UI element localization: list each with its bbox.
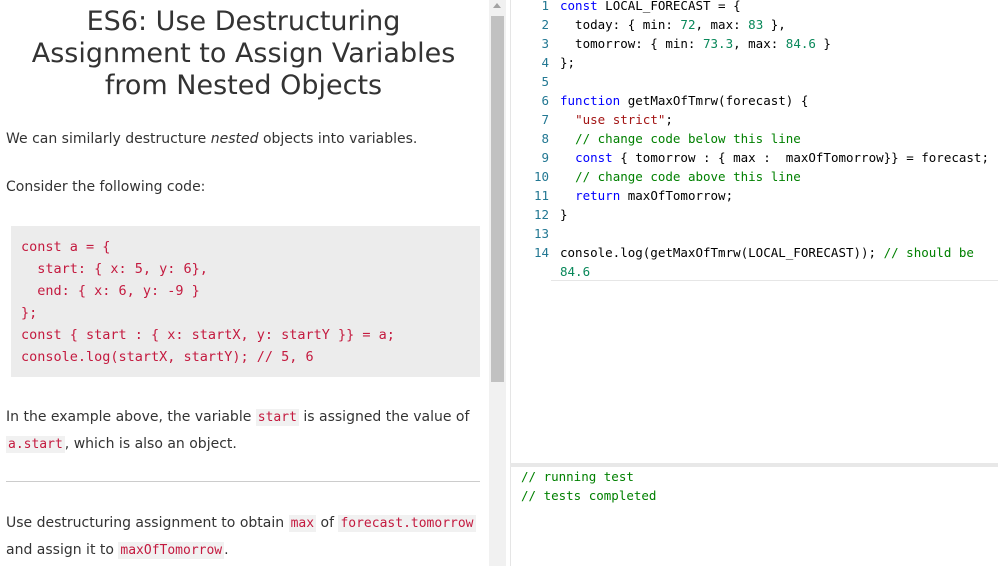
token: const	[560, 0, 598, 13]
token: function	[560, 93, 621, 108]
inline-code-a-start: a.start	[6, 436, 65, 453]
line-number: 7	[541, 112, 549, 127]
task-text: Use destructuring assignment to obtain m…	[6, 510, 484, 564]
line-number: 6	[541, 93, 549, 108]
task-text-4: .	[224, 542, 229, 558]
line-number: 12	[533, 207, 549, 222]
line-number: 14	[533, 245, 549, 260]
line-number: 11	[533, 188, 549, 203]
token: };	[560, 55, 576, 70]
lesson-pane: ES6: Use Destructuring Assignment to Ass…	[0, 0, 489, 566]
explain-text-1: In the example above, the variable	[6, 409, 256, 425]
line-number-gutter: 1 2 3 4 5 6 7 8 9 10 11 12 13 14	[511, 0, 550, 463]
inline-code-max: max	[288, 515, 317, 532]
scroll-up-arrow-icon[interactable]	[493, 3, 501, 8]
inline-code-forecast-tomorrow: forecast.tomorrow	[338, 515, 476, 532]
output-console: // running test // tests completed	[510, 467, 998, 566]
consider-text: Consider the following code:	[6, 179, 206, 195]
token: // change code above this line	[575, 169, 801, 184]
example-code: const a = { start: { x: 5, y: 6}, end: {…	[21, 239, 395, 365]
code-line-6[interactable]: function getMaxOfTmrw(forecast) {	[560, 91, 808, 110]
token: }	[815, 36, 831, 51]
token: return	[575, 188, 621, 203]
code-line-2[interactable]: today: { min: 72, max: 83 },	[560, 15, 786, 34]
line-number: 1	[541, 0, 549, 13]
token: ;	[665, 112, 673, 127]
token: const	[575, 150, 613, 165]
token: 83	[748, 17, 764, 32]
line-number: 3	[541, 36, 549, 51]
lesson-intro: We can similarly destructure nested obje…	[6, 131, 417, 147]
lesson-title: ES6: Use Destructuring Assignment to Ass…	[31, 6, 456, 101]
code-line-12[interactable]: }	[560, 205, 568, 224]
token: , max:	[695, 17, 749, 32]
intro-text-2: objects into variables.	[258, 131, 418, 147]
token: // change code below this line	[575, 131, 801, 146]
line-number: 2	[541, 17, 549, 32]
token: maxOfTomorrow;	[620, 188, 734, 203]
code-line-14-wrap[interactable]: 84.6	[560, 262, 590, 281]
section-divider	[6, 481, 480, 482]
line-number: 13	[533, 226, 549, 241]
token: console.log(getMaxOfTmrw(LOCAL_FORECAST)…	[560, 245, 884, 260]
token: 84.6	[560, 264, 591, 279]
task-text-2: of	[316, 515, 339, 531]
code-editor[interactable]: 1 2 3 4 5 6 7 8 9 10 11 12 13 14 const L…	[510, 0, 998, 463]
explain-text-2: is assigned the value of	[298, 409, 470, 425]
code-line-8[interactable]: // change code below this line	[560, 129, 801, 148]
token: 72	[680, 17, 696, 32]
code-line-4[interactable]: };	[560, 53, 575, 72]
token: tomorrow: { min:	[560, 36, 703, 51]
current-line-highlight	[551, 262, 998, 281]
inline-code-max-of-tomorrow: maxOfTomorrow	[118, 542, 225, 559]
lesson-scrollbar[interactable]	[489, 0, 506, 566]
intro-text-1: We can similarly destructure	[6, 131, 211, 147]
code-line-14[interactable]: console.log(getMaxOfTmrw(LOCAL_FORECAST)…	[560, 243, 974, 262]
explanation-text: In the example above, the variable start…	[6, 404, 481, 458]
token: LOCAL_FORECAST = {	[597, 0, 741, 13]
code-line-10[interactable]: // change code above this line	[560, 167, 801, 186]
code-line-7[interactable]: "use strict";	[560, 110, 673, 129]
token: , max:	[733, 36, 786, 51]
token: },	[763, 17, 786, 32]
example-code-block: const a = { start: { x: 5, y: 6}, end: {…	[11, 226, 480, 377]
task-text-3: and assign it to	[6, 542, 119, 558]
token: 73.3	[703, 36, 734, 51]
line-number: 10	[533, 169, 549, 184]
token: getMaxOfTmrw(forecast) {	[620, 93, 809, 108]
line-number: 5	[541, 74, 549, 89]
intro-emphasis: nested	[210, 131, 259, 147]
explain-text-3: , which is also an object.	[64, 436, 237, 452]
line-number: 4	[541, 55, 549, 70]
token: today: { min:	[560, 17, 681, 32]
token: }	[560, 207, 568, 222]
code-line-9[interactable]: const { tomorrow : { max : maxOfTomorrow…	[560, 148, 989, 167]
code-line-1[interactable]: const LOCAL_FORECAST = {	[560, 0, 741, 15]
token: 84.6	[785, 36, 816, 51]
code-line-3[interactable]: tomorrow: { min: 73.3, max: 84.6 }	[560, 34, 831, 53]
inline-code-start: start	[255, 409, 299, 426]
line-number: 9	[541, 150, 549, 165]
output-line: // tests completed	[521, 488, 657, 503]
line-number: 8	[541, 131, 549, 146]
code-line-11[interactable]: return maxOfTomorrow;	[560, 186, 733, 205]
token: "use strict"	[575, 112, 666, 127]
token: { tomorrow : { max : maxOfTomorrow}} = f…	[612, 150, 989, 165]
output-line: // running test	[521, 469, 634, 484]
task-text-1: Use destructuring assignment to obtain	[6, 515, 289, 531]
scrollbar-thumb[interactable]	[491, 16, 504, 382]
token: // should be	[883, 245, 974, 260]
